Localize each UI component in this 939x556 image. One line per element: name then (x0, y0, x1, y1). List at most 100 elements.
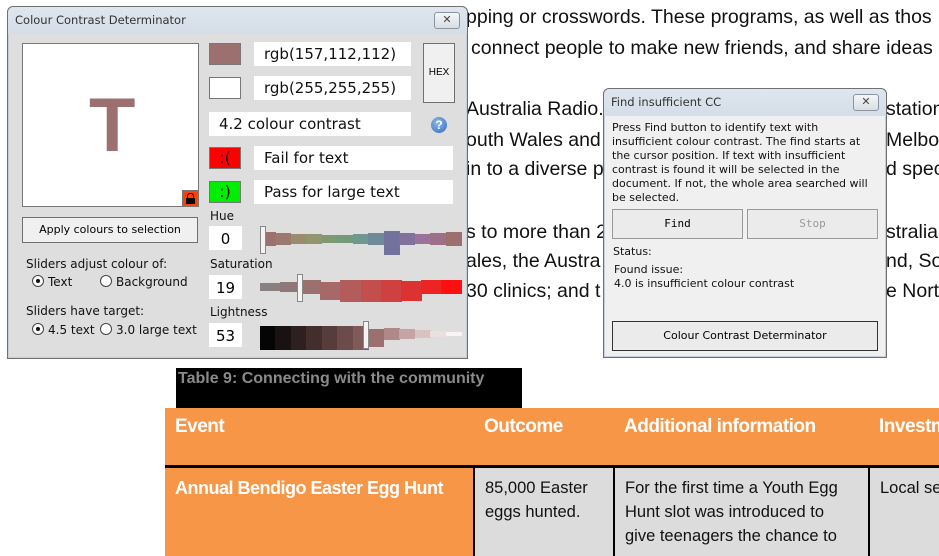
document-line: pping or crosswords. These programs, as … (466, 5, 932, 29)
slider-colour-step (322, 235, 338, 243)
radio-button-icon (100, 323, 112, 335)
slider-colour-step (399, 233, 415, 245)
table-caption: Table 9: Connecting with the community (176, 368, 522, 408)
background-rgb-field[interactable]: rgb(255,255,255) (254, 76, 411, 100)
slider-colour-step (320, 282, 341, 300)
slider-colour-step (275, 233, 291, 245)
slider-colour-step (384, 328, 400, 340)
apply-colours-button[interactable]: Apply colours to selection (22, 217, 198, 243)
cell-event: Annual Bendigo Easter Egg Hunt (165, 467, 474, 556)
saturation-slider[interactable] (260, 275, 461, 299)
slider-colour-step (322, 326, 338, 350)
header-outcome: Outcome (474, 408, 614, 467)
lightness-slider[interactable] (260, 322, 461, 346)
table-header-row: Event Outcome Additional information Inv… (165, 408, 939, 467)
background-colour-swatch[interactable] (209, 77, 241, 99)
ccd-dialog: Colour Contrast Determinator ✕ T rgb(157… (7, 6, 468, 359)
find-close-button[interactable]: ✕ (853, 94, 879, 111)
document-line: s to more than 2 (466, 220, 607, 244)
document-line: Australia Radio. (466, 97, 604, 121)
header-event: Event (165, 408, 474, 467)
pass-indicator: :) (209, 181, 241, 203)
slider-colour-step (430, 331, 446, 337)
document-line: stralia (886, 220, 938, 244)
text-result-label: Fail for text (254, 146, 453, 170)
adjust-label: Sliders adjust colour of: (26, 257, 167, 271)
text-rgb-field[interactable]: rgb(157,112,112) (254, 42, 411, 66)
slider-colour-step (399, 329, 415, 339)
document-line: d spec (886, 157, 939, 181)
slider-colour-step (415, 330, 431, 338)
ccd-close-button[interactable]: ✕ (434, 12, 460, 29)
open-ccd-button[interactable]: Colour Contrast Determinator (612, 321, 878, 351)
slider-colour-step (300, 280, 321, 294)
radio-adjust-background[interactable]: Background (100, 275, 188, 289)
document-line: in to a diverse p (466, 157, 604, 181)
slider-colour-step (337, 235, 353, 243)
slider-colour-step (337, 326, 353, 350)
contrast-ratio-display: 4.2 colour contrast (209, 112, 411, 136)
slider-colour-step (291, 326, 307, 350)
ccd-title: Colour Contrast Determinator (15, 13, 186, 27)
close-icon: ✕ (861, 95, 870, 108)
radio-target-3-0[interactable]: 3.0 large text (100, 323, 197, 337)
text-colour-swatch[interactable] (209, 43, 241, 65)
table-row: Annual Bendigo Easter Egg Hunt 85,000 Ea… (165, 467, 939, 556)
cell-additional-info: For the first time a Youth Egg Hunt slot… (614, 467, 869, 556)
radio-target-4-5[interactable]: 4.5 text (32, 323, 95, 337)
slider-colour-step (384, 231, 400, 255)
saturation-value[interactable]: 19 (209, 275, 242, 299)
slider-colour-step (446, 332, 462, 336)
find-instructions: Press Find button to identify text with … (612, 121, 880, 205)
slider-colour-step (361, 280, 382, 302)
header-investment: Investm (869, 408, 939, 467)
status-line-1: Found issue: (614, 263, 683, 276)
hue-value[interactable]: 0 (209, 226, 242, 250)
slider-colour-step (381, 280, 402, 302)
stop-button[interactable]: Stop (747, 209, 878, 239)
radio-button-icon (32, 323, 44, 335)
slider-thumb[interactable] (363, 321, 369, 349)
document-line: connect people to make new friends, and … (471, 36, 933, 60)
radio-adjust-text[interactable]: Text (32, 275, 72, 289)
colour-preview: T (22, 43, 199, 207)
find-title: Find insufficient CC (611, 95, 721, 109)
lock-button[interactable] (182, 190, 198, 206)
hex-toggle-button[interactable]: HEX (423, 43, 455, 103)
cell-outcome: 85,000 Easter eggs hunted. (474, 467, 614, 556)
slider-colour-step (260, 326, 276, 350)
radio-button-icon (100, 275, 112, 287)
slider-colour-step (340, 280, 361, 302)
radio-label: 3.0 large text (116, 323, 197, 337)
document-line: Melbo (886, 128, 939, 152)
help-icon[interactable]: ? (431, 117, 447, 133)
target-label: Sliders have target: (26, 304, 144, 318)
status-line-2: 4.0 is insufficient colour contrast (614, 277, 794, 290)
slider-thumb[interactable] (260, 226, 266, 254)
large-text-result-label: Pass for large text (254, 180, 453, 204)
slider-colour-step (430, 233, 446, 245)
slider-colour-step (275, 326, 291, 350)
ccd-titlebar[interactable]: Colour Contrast Determinator ✕ (8, 7, 467, 34)
slider-colour-step (421, 280, 442, 294)
slider-thumb[interactable] (297, 274, 303, 302)
hue-slider[interactable] (260, 227, 461, 251)
slider-colour-step (401, 281, 422, 301)
radio-button-icon (32, 275, 44, 287)
document-line: ales, the Austra (466, 249, 600, 273)
slider-colour-step (441, 280, 462, 294)
lightness-value[interactable]: 53 (209, 323, 242, 347)
slider-colour-step (353, 234, 369, 244)
radio-label: Background (116, 275, 188, 289)
community-table: Event Outcome Additional information Inv… (165, 408, 939, 556)
find-dialog: Find insufficient CC ✕ Press Find button… (603, 88, 887, 358)
slider-colour-step (306, 234, 322, 244)
slider-colour-step (260, 283, 281, 291)
find-button[interactable]: Find (612, 209, 743, 239)
preview-letter: T (89, 82, 135, 169)
lock-icon-body (186, 198, 195, 204)
find-titlebar[interactable]: Find insufficient CC ✕ (604, 89, 886, 116)
status-label: Status: (613, 245, 652, 258)
slider-colour-step (446, 232, 462, 246)
radio-label: 4.5 text (48, 323, 95, 337)
